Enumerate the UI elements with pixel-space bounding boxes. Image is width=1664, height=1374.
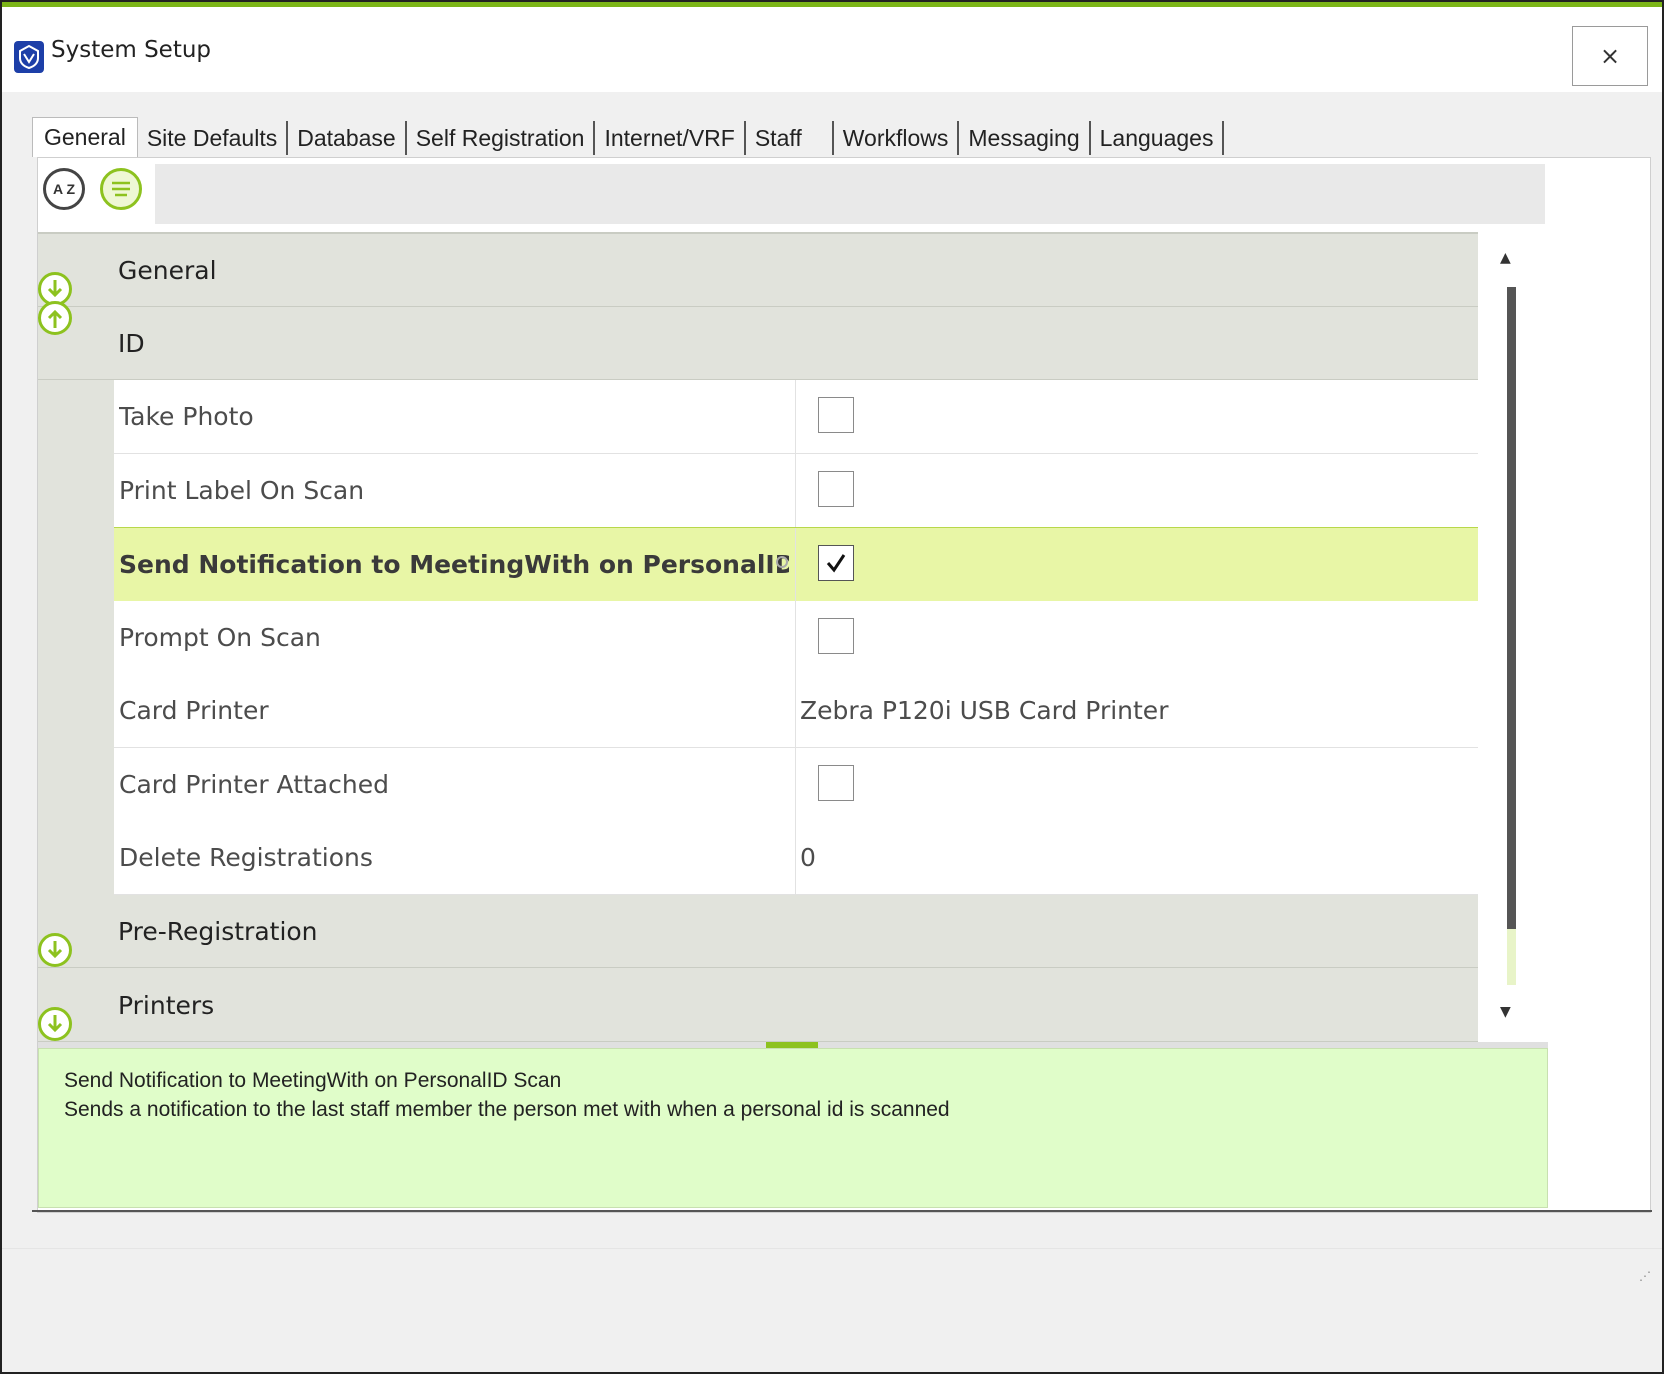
property-row-print-label-on-scan[interactable]: Print Label On Scan [114, 454, 1478, 528]
print-label-on-scan-checkbox[interactable] [818, 471, 854, 507]
category-label: Pre-Registration [118, 917, 318, 946]
scrollbar-track[interactable] [1507, 929, 1516, 985]
category-list-icon [112, 181, 130, 197]
collapse-arrow-icon[interactable] [38, 301, 72, 335]
help-pane: Send Notification to MeetingWith on Pers… [38, 1048, 1548, 1208]
status-bar: ⋰ [2, 1248, 1662, 1289]
checkmark-icon [826, 554, 846, 573]
sort-alphabetical-button[interactable]: A Z [43, 168, 85, 210]
panel-bottom-border [32, 1210, 1652, 1212]
property-row-prompt-on-scan[interactable]: Prompt On Scan [114, 601, 1478, 675]
category-label: ID [118, 329, 145, 358]
column-divider [795, 601, 796, 674]
tab-database[interactable]: Database [288, 121, 407, 155]
system-setup-window: System Setup × General Site Defaults Dat… [0, 0, 1664, 1374]
property-name: Take Photo [119, 402, 254, 431]
expand-arrow-icon[interactable] [38, 933, 72, 967]
property-name: Prompt On Scan [119, 623, 321, 652]
help-description: Sends a notification to the last staff m… [64, 1098, 950, 1121]
column-divider [795, 528, 796, 601]
tab-workflows[interactable]: Workflows [833, 121, 960, 155]
category-label: General [118, 256, 217, 285]
title-bar: System Setup × [2, 7, 1662, 92]
column-resize-handle[interactable] [776, 556, 788, 568]
tab-messaging[interactable]: Messaging [959, 121, 1091, 155]
help-title: Send Notification to MeetingWith on Pers… [64, 1069, 562, 1092]
column-divider [795, 821, 796, 894]
category-general[interactable]: General [38, 234, 1478, 307]
column-divider [795, 454, 796, 527]
take-photo-checkbox[interactable] [818, 397, 854, 433]
resize-grip-icon[interactable]: ⋰ [1639, 1269, 1652, 1283]
column-divider [795, 380, 796, 453]
tab-self-registration[interactable]: Self Registration [406, 121, 596, 155]
property-toolbar: A Z [38, 158, 1650, 230]
tab-languages[interactable]: Languages [1090, 121, 1225, 155]
close-button[interactable]: × [1572, 26, 1648, 86]
property-row-send-notification[interactable]: Send Notification to MeetingWith on Pers… [114, 527, 1478, 602]
column-divider [795, 748, 796, 821]
category-pre-registration[interactable]: Pre-Registration [38, 895, 1478, 968]
send-notification-checkbox[interactable] [818, 545, 854, 581]
window-title: System Setup [51, 37, 212, 63]
property-name: Delete Registrations [119, 843, 373, 872]
tab-strip: General Site Defaults Database Self Regi… [32, 117, 1225, 157]
card-printer-value[interactable]: Zebra P120i USB Card Printer [800, 696, 1168, 725]
property-grid: General ID Take Photo Print Label On Sca… [38, 232, 1478, 1044]
prompt-on-scan-checkbox[interactable] [818, 618, 854, 654]
tab-general[interactable]: General [32, 117, 138, 157]
category-label: Printers [118, 991, 215, 1020]
scroll-up-arrow-icon[interactable]: ▲ [1500, 250, 1511, 266]
property-row-delete-registrations[interactable]: Delete Registrations 0 [114, 821, 1478, 895]
scroll-down-arrow-icon[interactable]: ▼ [1500, 1004, 1511, 1020]
property-row-card-printer-attached[interactable]: Card Printer Attached [114, 748, 1478, 822]
property-name: Card Printer [119, 696, 269, 725]
property-name: Send Notification to MeetingWith on Pers… [119, 550, 789, 579]
card-printer-attached-checkbox[interactable] [818, 765, 854, 801]
category-printers[interactable]: Printers [38, 969, 1478, 1042]
settings-panel: General Site Defaults Database Self Regi… [32, 102, 1652, 1282]
column-divider [795, 674, 796, 747]
vertical-scrollbar[interactable]: ▲ ▼ [1478, 232, 1546, 1042]
tab-internet-vrf[interactable]: Internet/VRF [595, 121, 746, 155]
expand-arrow-icon[interactable] [38, 1007, 72, 1041]
property-row-take-photo[interactable]: Take Photo [114, 380, 1478, 454]
property-name: Print Label On Scan [119, 476, 365, 505]
sort-az-icon: A Z [52, 181, 76, 197]
app-logo-icon [14, 41, 44, 73]
tab-site-defaults[interactable]: Site Defaults [137, 121, 289, 155]
scrollbar-thumb[interactable] [1507, 287, 1516, 929]
property-row-card-printer[interactable]: Card Printer Zebra P120i USB Card Printe… [114, 674, 1478, 748]
categorized-view-button[interactable] [100, 168, 142, 210]
property-name: Card Printer Attached [119, 770, 389, 799]
category-id[interactable]: ID [38, 301, 1478, 380]
tab-content: A Z General ID Take Photo Print Label On… [37, 157, 1651, 1213]
search-input[interactable] [155, 164, 1545, 224]
tab-staff[interactable]: Staff [745, 121, 834, 155]
delete-registrations-value[interactable]: 0 [800, 843, 816, 872]
